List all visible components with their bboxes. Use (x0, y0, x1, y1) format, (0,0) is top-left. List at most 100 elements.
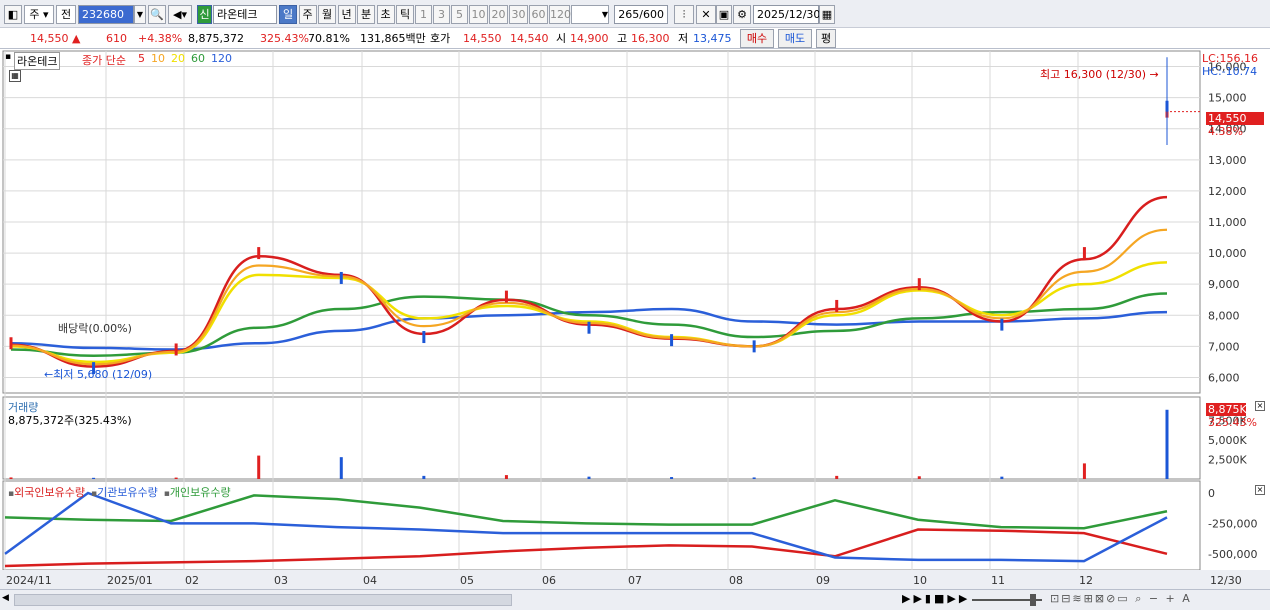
period-button-4[interactable]: 분 (357, 5, 375, 24)
period-button-1[interactable]: 주 (298, 5, 317, 24)
current-pct-tag: 4.38% (1208, 125, 1243, 138)
calendar-icon[interactable]: ▦ (819, 5, 835, 24)
candle-icon[interactable]: ⫶ (674, 5, 694, 24)
stock-code-input[interactable]: 232680 (78, 5, 134, 24)
chart-area[interactable]: 16,000 15,000 14,000 13,000 12,000 11,000 10,0… (0, 49, 1270, 589)
period-button-5[interactable]: 초 (376, 5, 395, 24)
volume-bar (257, 455, 261, 479)
sell-button[interactable]: 매도 (778, 29, 812, 48)
current-price-tag: 14,550 (1206, 112, 1264, 125)
holders-legend-marker: ▪ (163, 489, 170, 499)
date-input[interactable]: 2025/12/30 (753, 5, 820, 24)
interval-button-5[interactable]: 5 (451, 5, 468, 24)
volume-tick-label: 5,000K (1208, 434, 1247, 447)
volume-bar (174, 477, 178, 479)
count-input[interactable]: 265/600 (614, 5, 668, 24)
market-select[interactable]: 주 ▾ (24, 5, 54, 24)
table-icon[interactable]: ▦ (9, 70, 21, 82)
interval-button-1[interactable]: 1 (415, 5, 432, 24)
candle (752, 340, 756, 353)
last-candle-body (1165, 100, 1169, 112)
close-icon[interactable]: × (1255, 401, 1265, 411)
candle (9, 337, 13, 350)
price-chart-svg[interactable]: 16,00015,00014,00013,00012,00011,00010,0… (0, 49, 1270, 589)
x-tick-label: 07 (628, 574, 642, 587)
save-icon[interactable]: ▣ (716, 5, 732, 24)
buy-button[interactable]: 매수 (740, 29, 774, 48)
count-total: /600 (639, 8, 664, 21)
interval-button-60[interactable]: 60 (529, 5, 548, 24)
holders-tick-label: -500,000 (1208, 548, 1257, 561)
hc-label: HC:-10.74 (1202, 65, 1258, 78)
chart-menu-icon[interactable]: ◧ (4, 5, 22, 24)
bid-price: 14,540 (510, 32, 549, 45)
search-icon[interactable]: 🔍 (148, 5, 166, 24)
holders-legend-0: 외국인보유수량 (14, 486, 85, 499)
dividend-label: 배당락(0.00%) (58, 322, 132, 335)
open-label: 시 (556, 32, 567, 45)
arrow-right-icon: → (1149, 68, 1159, 81)
volume-bar (670, 477, 674, 479)
high-label: 고 (617, 32, 628, 45)
price-tick-label: 13,000 (1208, 154, 1247, 167)
arrow-left-icon: ← (44, 368, 54, 381)
playback-controls[interactable]: ▶▶▮■▶▶ (902, 592, 970, 605)
ma-legend-60: 60 (191, 52, 205, 65)
ma-title: 종가 단순 (82, 54, 126, 67)
horizontal-scrollbar[interactable] (14, 594, 512, 606)
x-tick-label: 2024/11 (6, 574, 52, 587)
turnover-rate: 70.81% (308, 32, 350, 45)
price-change: 610 (106, 32, 127, 45)
volume-bar (1000, 476, 1004, 479)
crosshair-icon[interactable]: ✕ (696, 5, 716, 24)
candle (339, 271, 343, 284)
interval-dropdown[interactable]: ▼ (571, 5, 609, 24)
interval-button-30[interactable]: 30 (509, 5, 528, 24)
candle (257, 247, 261, 260)
x-tick-label: 11 (991, 574, 1005, 587)
top-toolbar: ◧ 주 ▾ 전 232680 ▼ 🔍 ◀▾ 신 라온테크 일주월년분초틱 135… (0, 0, 1270, 28)
scroll-left-icon[interactable]: ◀ (2, 593, 12, 607)
low-price: 13,475 (693, 32, 732, 45)
interval-button-10[interactable]: 10 (469, 5, 488, 24)
audio-icon[interactable]: ◀▾ (168, 5, 192, 24)
stock-name-field[interactable]: 라온테크 (213, 5, 277, 24)
bottom-bar: ◀ ▶▶▮■▶▶ ⊡⊟≋⊞⊠⊘▭ ⌕ − + A (0, 589, 1270, 610)
period-button-0[interactable]: 일 (279, 5, 297, 24)
price-tick-label: 12,000 (1208, 185, 1247, 198)
period-button-3[interactable]: 년 (337, 5, 356, 24)
volume-summary: 8,875,372주(325.43%) (8, 414, 132, 427)
holders-tick-label: 0 (1208, 487, 1215, 500)
volume-tag: 8,875K (1206, 403, 1247, 416)
hoga-label: 호가 (430, 32, 451, 45)
close-icon[interactable]: × (1255, 485, 1265, 495)
scope-toggle[interactable]: 전 (56, 5, 76, 24)
interval-button-3[interactable]: 3 (433, 5, 450, 24)
ma-legend-20: 20 (171, 52, 185, 65)
holders-tick-label: -250,000 (1208, 517, 1257, 530)
period-button-6[interactable]: 틱 (396, 5, 414, 24)
min-annotation: ←최저 5,680 (12/09) (44, 366, 152, 382)
gear-icon[interactable]: ⚙ (733, 5, 751, 24)
eval-button[interactable]: 평 (816, 29, 836, 48)
new-listing-badge: 신 (197, 5, 212, 24)
zoom-slider-handle[interactable] (1030, 594, 1036, 606)
volume-bar (917, 476, 921, 479)
candle (670, 334, 674, 347)
interval-button-120[interactable]: 120 (549, 5, 571, 24)
x-last-label: 12/30 (1210, 574, 1242, 587)
candle (1082, 247, 1086, 260)
drawing-tools-icon[interactable]: ⊡⊟≋⊞⊠⊘▭ ⌕ − + A (1050, 592, 1192, 606)
volume-bar (1082, 463, 1086, 479)
open-price: 14,900 (570, 32, 609, 45)
candle (422, 331, 426, 344)
period-button-2[interactable]: 월 (318, 5, 336, 24)
ma-legend-120: 120 (211, 52, 232, 65)
candle (835, 299, 839, 312)
chart-stock-label[interactable]: 라온테크 (14, 52, 61, 70)
x-tick-label: 04 (363, 574, 377, 587)
interval-button-20[interactable]: 20 (489, 5, 508, 24)
volume-tick-label: 2,500K (1208, 454, 1247, 467)
code-dropdown-icon[interactable]: ▼ (134, 5, 146, 24)
volume-bar (1165, 409, 1169, 479)
